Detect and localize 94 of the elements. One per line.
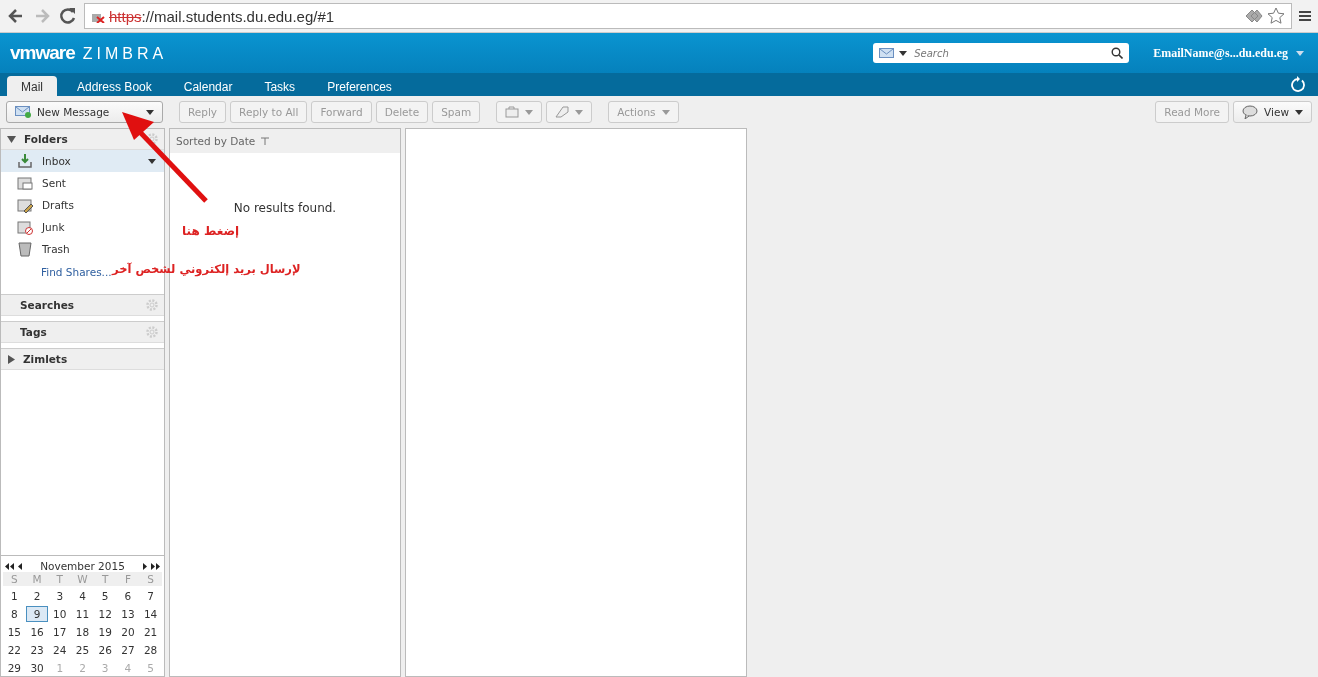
extension-icon[interactable]: [1245, 9, 1263, 23]
user-menu[interactable]: EmailName@s...du.edu.eg: [1153, 45, 1288, 61]
calendar-day[interactable]: 7: [139, 588, 162, 604]
app-tab[interactable]: Preferences: [315, 77, 404, 96]
calendar-day[interactable]: 21: [139, 624, 162, 640]
annotation-text: لإرسال بريد إلكتروني لشخص آخر: [112, 262, 301, 276]
empty-message: No results found.: [232, 200, 338, 215]
caret-icon: [899, 50, 908, 56]
weekday-label: W: [71, 572, 94, 586]
calendar-day[interactable]: 8: [3, 606, 26, 622]
app-tab[interactable]: Mail: [7, 76, 57, 96]
previous-month-icon[interactable]: [18, 562, 23, 570]
calendar-day[interactable]: 27: [116, 642, 140, 658]
calendar-day[interactable]: 18: [71, 624, 94, 640]
new-message-button[interactable]: New Message: [6, 101, 163, 123]
calendar-day[interactable]: 22: [3, 642, 26, 658]
logo-brand: vmware: [10, 42, 75, 64]
folder-item[interactable]: Junk: [1, 216, 164, 238]
app-tab[interactable]: Calendar: [171, 77, 245, 96]
logo-product: ZIMBRA: [82, 45, 168, 63]
caret-icon: [525, 109, 534, 115]
envelope-icon: [15, 106, 31, 118]
section-header[interactable]: Zimlets: [1, 348, 164, 370]
address-bar[interactable]: https://mail.students.du.edu.eg/#1: [84, 3, 1292, 29]
next-year-icon[interactable]: [151, 562, 160, 570]
calendar-day[interactable]: 5: [93, 588, 117, 604]
weekday-label: M: [25, 572, 49, 586]
calendar-day[interactable]: 17: [48, 624, 72, 640]
calendar-day[interactable]: 16: [25, 624, 49, 640]
calendar-day[interactable]: 2: [25, 588, 49, 604]
section-header[interactable]: Tags: [1, 321, 164, 343]
collapsed-arrow-icon[interactable]: [7, 354, 15, 364]
weekday-label: S: [3, 572, 26, 586]
annotation-text: إضغط هنا: [182, 224, 240, 238]
caret-icon: [148, 158, 156, 164]
folder-item[interactable]: Trash: [1, 238, 164, 260]
calendar-day[interactable]: 4: [71, 588, 94, 604]
view-menu-button[interactable]: View: [1233, 101, 1312, 123]
caret-icon: [146, 109, 154, 115]
calendar-day[interactable]: 10: [48, 606, 72, 622]
folder-blocked-icon: [17, 219, 33, 235]
find-shares-link[interactable]: Find Shares...: [41, 266, 112, 278]
download-tray-icon: [17, 153, 33, 169]
weekday-label: F: [116, 572, 140, 586]
weekday-label: S: [139, 572, 162, 586]
calendar-day[interactable]: 26: [93, 642, 117, 658]
caret-icon: [1295, 109, 1303, 115]
tag-icon: [555, 106, 570, 118]
envelope-icon[interactable]: [879, 48, 895, 58]
trash-icon: [17, 241, 33, 257]
previous-year-icon[interactable]: [5, 562, 14, 570]
calendar-day[interactable]: 28: [139, 642, 162, 658]
calendar-day[interactable]: 29: [3, 660, 26, 676]
calendar-day[interactable]: 9: [25, 606, 49, 622]
reload-icon[interactable]: [58, 6, 78, 26]
folder-icon: [505, 106, 520, 118]
calendar-day[interactable]: 14: [139, 606, 162, 622]
expanded-arrow-icon[interactable]: [7, 134, 16, 144]
next-month-icon[interactable]: [142, 562, 147, 570]
search-icon[interactable]: [1111, 47, 1124, 59]
calendar-day[interactable]: 15: [3, 624, 26, 640]
calendar-day[interactable]: 12: [93, 606, 117, 622]
app-tab[interactable]: Tasks: [252, 77, 308, 96]
section-header[interactable]: Searches: [1, 294, 164, 316]
folder-item[interactable]: Sent: [1, 172, 164, 194]
calendar-month: November 2015: [39, 560, 126, 572]
gear-icon[interactable]: [146, 133, 158, 145]
calendar-day[interactable]: 24: [48, 642, 72, 658]
calendar-day[interactable]: 3: [48, 588, 72, 604]
star-icon[interactable]: [1267, 7, 1285, 25]
refresh-icon[interactable]: [1290, 76, 1306, 92]
calendar-day[interactable]: 20: [116, 624, 140, 640]
folder-pencil-icon: [17, 197, 33, 213]
caret-icon: [1296, 50, 1304, 56]
calendar-day[interactable]: 30: [25, 660, 49, 676]
folder-icon: [17, 175, 33, 191]
calendar-day[interactable]: 23: [25, 642, 49, 658]
search-bar[interactable]: Search: [873, 43, 1130, 63]
weekday-label: T: [48, 572, 72, 586]
sort-label[interactable]: Sorted by Date: [176, 135, 256, 147]
weekday-label: T: [93, 572, 117, 586]
app-tab[interactable]: Address Book: [65, 77, 164, 96]
caret-icon: [575, 109, 584, 115]
calendar-day[interactable]: 19: [93, 624, 117, 640]
calendar-day[interactable]: 13: [116, 606, 140, 622]
folder-item[interactable]: Drafts: [1, 194, 164, 216]
calendar-day[interactable]: 6: [116, 588, 140, 604]
caret-icon: [661, 109, 670, 115]
calendar-day[interactable]: 25: [71, 642, 94, 658]
calendar-day[interactable]: 1: [3, 588, 26, 604]
folder-item[interactable]: Inbox: [1, 150, 164, 172]
speech-bubble-icon: [1242, 105, 1259, 119]
menu-icon[interactable]: [1298, 10, 1312, 22]
calendar-day[interactable]: 11: [71, 606, 94, 622]
